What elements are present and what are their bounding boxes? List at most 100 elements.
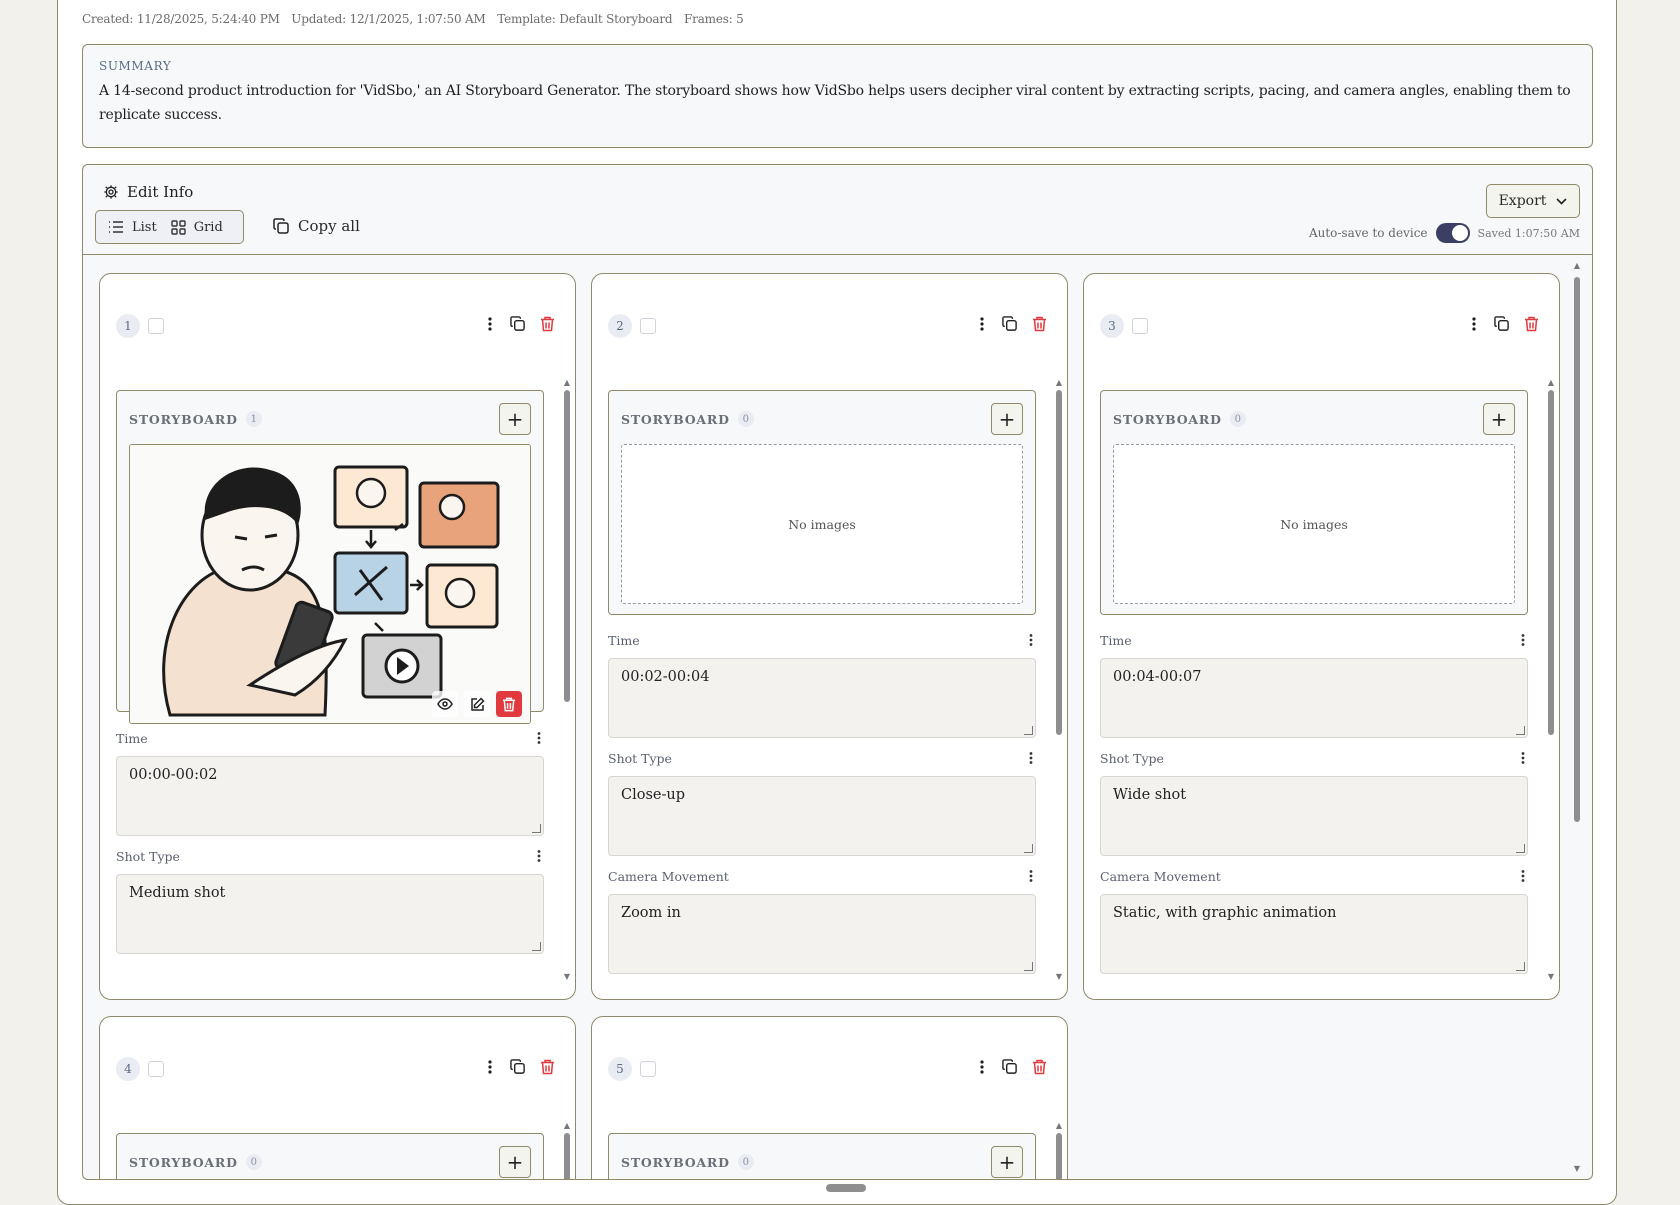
add-image-button[interactable]: +	[1483, 403, 1515, 435]
shot-type-input[interactable]: Close-up	[608, 776, 1036, 856]
add-image-button[interactable]: +	[499, 403, 531, 435]
scroll-thumb[interactable]	[1548, 390, 1554, 735]
shot-type-field: Shot Type Medium shot	[116, 846, 544, 954]
time-input[interactable]: 00:04-00:07	[1100, 658, 1528, 738]
trash-icon[interactable]	[540, 1059, 555, 1075]
more-options-icon[interactable]	[484, 1059, 496, 1075]
board-scrollbar[interactable]: ▲ ▼	[1572, 261, 1582, 1173]
frame-scrollbar[interactable]: ▲ ▼	[562, 378, 572, 982]
frame-header: 2	[608, 314, 1053, 342]
more-options-icon[interactable]	[534, 731, 544, 745]
duplicate-icon[interactable]	[1002, 1059, 1018, 1075]
frame-scrollbar[interactable]: ▲	[562, 1121, 572, 1179]
frame-number: 1	[116, 314, 140, 338]
list-view-button[interactable]: List	[104, 220, 161, 235]
scroll-thumb[interactable]	[1574, 277, 1580, 822]
shot-type-label: Shot Type	[116, 848, 180, 864]
frame-select-checkbox[interactable]	[640, 318, 656, 334]
time-input[interactable]: 00:02-00:04	[608, 658, 1036, 738]
trash-icon[interactable]	[1032, 316, 1047, 332]
scroll-down-arrow[interactable]: ▼	[562, 972, 572, 982]
more-options-icon[interactable]	[976, 316, 988, 332]
frame-scrollbar[interactable]: ▲ ▼	[1546, 378, 1556, 982]
storyboard-label: STORYBOARD	[129, 1154, 238, 1170]
copy-all-label: Copy all	[298, 217, 360, 235]
frame-actions	[484, 1059, 555, 1075]
frame-actions	[484, 316, 555, 332]
frame-select-checkbox[interactable]	[1132, 318, 1148, 334]
camera-movement-input[interactable]: Static, with graphic animation	[1100, 894, 1528, 974]
shot-type-input[interactable]: Wide shot	[1100, 776, 1528, 856]
scroll-up-arrow[interactable]: ▲	[562, 1121, 572, 1131]
trash-icon[interactable]	[1032, 1059, 1047, 1075]
trash-icon[interactable]	[540, 316, 555, 332]
edit-image-button[interactable]	[464, 691, 490, 717]
scroll-thumb[interactable]	[564, 390, 570, 702]
scroll-up-arrow[interactable]: ▲	[1054, 1121, 1064, 1131]
resize-handle[interactable]	[826, 1184, 866, 1192]
copy-all-button[interactable]: Copy all	[273, 217, 360, 235]
frame-scrollbar[interactable]: ▲	[1054, 1121, 1064, 1179]
frame-actions	[976, 316, 1047, 332]
frame-select-checkbox[interactable]	[640, 1061, 656, 1077]
scroll-down-arrow[interactable]: ▼	[1054, 972, 1064, 982]
storyboard-image[interactable]	[129, 444, 531, 724]
frame-scrollbar[interactable]: ▲ ▼	[1054, 378, 1064, 982]
grid-view-button[interactable]: Grid	[167, 220, 227, 235]
more-options-icon[interactable]	[1468, 316, 1480, 332]
time-label: Time	[1100, 632, 1132, 648]
autosave-toggle[interactable]	[1435, 223, 1470, 243]
duplicate-icon[interactable]	[1494, 316, 1510, 332]
frame-number: 3	[1100, 314, 1124, 338]
add-image-button[interactable]: +	[499, 1146, 531, 1178]
frame-number: 4	[116, 1057, 140, 1081]
scroll-thumb[interactable]	[1056, 1133, 1062, 1179]
scroll-thumb[interactable]	[1056, 390, 1062, 735]
more-options-icon[interactable]	[1518, 869, 1528, 883]
frame-content: STORYBOARD 0 + No images Time 00:04-00:0…	[1100, 390, 1528, 980]
camera-movement-field-header: Camera Movement	[608, 866, 1036, 886]
shot-type-field: Shot Type Close-up	[608, 748, 1036, 856]
camera-movement-input[interactable]: Zoom in	[608, 894, 1036, 974]
edit-info-button[interactable]: Edit Info	[103, 183, 193, 201]
storyboard-label: STORYBOARD	[621, 411, 730, 427]
delete-image-button[interactable]	[496, 691, 522, 717]
scroll-up-arrow[interactable]: ▲	[1546, 378, 1556, 388]
eye-icon	[437, 698, 453, 710]
scroll-thumb[interactable]	[564, 1133, 570, 1179]
more-options-icon[interactable]	[1026, 751, 1036, 765]
more-options-icon[interactable]	[484, 316, 496, 332]
scroll-up-arrow[interactable]: ▲	[1054, 378, 1064, 388]
storyboard-board: Edit Info List Grid Copy all Export Auto…	[82, 164, 1593, 1180]
time-input[interactable]: 00:00-00:02	[116, 756, 544, 836]
duplicate-icon[interactable]	[1002, 316, 1018, 332]
view-image-button[interactable]	[432, 691, 458, 717]
frame-select-checkbox[interactable]	[148, 1061, 164, 1077]
storyboard-label: STORYBOARD	[621, 1154, 730, 1170]
shot-type-field-header: Shot Type	[116, 846, 544, 866]
duplicate-icon[interactable]	[510, 1059, 526, 1075]
more-options-icon[interactable]	[1026, 869, 1036, 883]
export-button[interactable]: Export	[1486, 184, 1580, 218]
scroll-up-arrow[interactable]: ▲	[1572, 261, 1582, 270]
edit-icon	[470, 696, 485, 712]
scroll-down-arrow[interactable]: ▼	[1572, 1164, 1582, 1173]
shot-type-input[interactable]: Medium shot	[116, 874, 544, 954]
frames-grid: 1 STORYBOARD 1 + Time 00:00-00:02 Shot T…	[83, 256, 1592, 1179]
saved-status: Saved 1:07:50 AM	[1477, 226, 1580, 240]
add-image-button[interactable]: +	[991, 1146, 1023, 1178]
scroll-up-arrow[interactable]: ▲	[562, 378, 572, 388]
more-options-icon[interactable]	[1026, 633, 1036, 647]
scroll-down-arrow[interactable]: ▼	[1546, 972, 1556, 982]
more-options-icon[interactable]	[1518, 633, 1528, 647]
duplicate-icon[interactable]	[510, 316, 526, 332]
frame-select-checkbox[interactable]	[148, 318, 164, 334]
more-options-icon[interactable]	[976, 1059, 988, 1075]
add-image-button[interactable]: +	[991, 403, 1023, 435]
created-date: Created: 11/28/2025, 5:24:40 PM	[82, 12, 280, 26]
storyboard-section: STORYBOARD 0 +	[608, 1133, 1036, 1179]
more-options-icon[interactable]	[1518, 751, 1528, 765]
trash-icon[interactable]	[1524, 316, 1539, 332]
time-field: Time 00:02-00:04	[608, 630, 1036, 738]
more-options-icon[interactable]	[534, 849, 544, 863]
